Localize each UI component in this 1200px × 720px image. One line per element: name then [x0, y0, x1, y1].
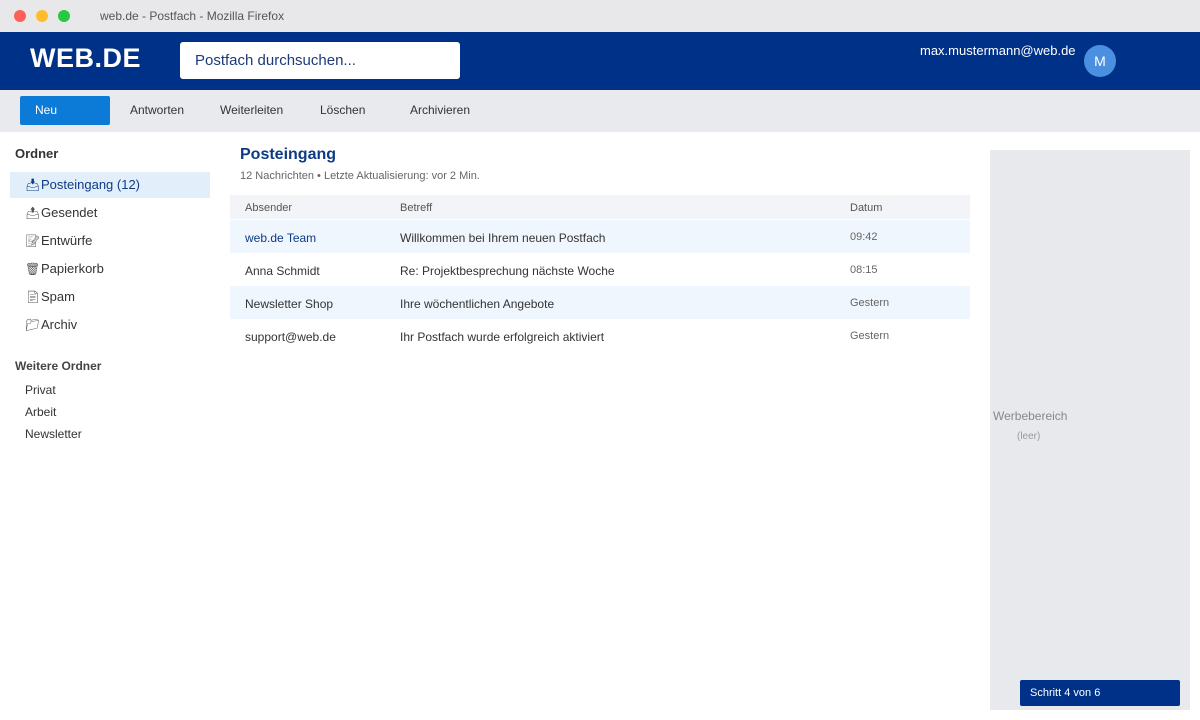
row-date: Gestern: [850, 297, 890, 309]
webde-logo[interactable]: WEB.DE: [30, 43, 141, 74]
close-window-button[interactable]: [14, 10, 26, 22]
row-subject: Ihre wöchentlichen Angebote: [400, 297, 555, 311]
table-row[interactable]: support@web.de Ihr Postfach wurde erfolg…: [230, 319, 970, 352]
row-sender: Newsletter Shop: [245, 297, 334, 311]
archive-icon: 📁︎: [25, 318, 41, 332]
window-title: web.de - Postfach - Mozilla Firefox: [100, 9, 285, 23]
reply-button[interactable]: Antworten: [130, 96, 184, 125]
sidebar-item-privat[interactable]: Privat: [25, 383, 56, 397]
row-subject: Re: Projektbesprechung nächste Woche: [400, 264, 615, 278]
window-titlebar: web.de - Postfach - Mozilla Firefox: [0, 0, 1200, 32]
spam-icon: 📄︎: [25, 290, 41, 304]
column-header-sender[interactable]: Absender: [245, 202, 292, 214]
sidebar-item-sent[interactable]: 📤︎Gesendet: [10, 200, 210, 226]
sidebar-item-spam[interactable]: 📄︎Spam: [10, 284, 210, 310]
app-header: WEB.DE Postfach durchsuchen... max.muste…: [0, 32, 1200, 90]
archive-button[interactable]: Archivieren: [410, 96, 470, 125]
sidebar-item-label: Archiv: [41, 317, 78, 332]
sidebar-item-label: Gesendet: [41, 205, 98, 220]
sidebar-item-arbeit[interactable]: Arbeit: [25, 405, 56, 419]
sidebar-item-inbox[interactable]: 📥︎Posteingang (12): [10, 172, 210, 198]
mail-list-panel: Posteingang 12 Nachrichten • Letzte Aktu…: [230, 132, 970, 720]
mail-toolbar: Neu Antworten Weiterleiten Löschen Archi…: [0, 90, 1200, 132]
inbox-status: 12 Nachrichten • Letzte Aktualisierung: …: [240, 170, 480, 182]
avatar[interactable]: M: [1084, 45, 1116, 77]
sent-icon: 📤︎: [25, 206, 41, 220]
table-row[interactable]: Newsletter Shop Ihre wöchentlichen Angeb…: [230, 286, 970, 319]
row-sender: support@web.de: [245, 330, 336, 344]
step-indicator: Schritt 4 von 6: [1020, 680, 1180, 706]
row-date: 09:42: [850, 231, 878, 243]
sidebar-item-label: Papierkorb: [41, 261, 104, 276]
column-header-date[interactable]: Datum: [850, 202, 882, 214]
sidebar-item-label: Posteingang (12): [41, 177, 141, 192]
row-subject: Ihr Postfach wurde erfolgreich aktiviert: [400, 330, 605, 344]
drafts-icon: 📝︎: [25, 234, 41, 248]
sidebar-item-archive[interactable]: 📁︎Archiv: [10, 312, 210, 338]
page-title: Posteingang: [240, 146, 337, 163]
table-row[interactable]: web.de Team Willkommen bei Ihrem neuen P…: [230, 220, 970, 253]
ad-area: Werbebereich (leer): [990, 150, 1190, 710]
search-input[interactable]: Postfach durchsuchen...: [180, 42, 460, 79]
row-sender: web.de Team: [245, 231, 317, 245]
maximize-window-button[interactable]: [58, 10, 70, 22]
row-date: 08:15: [850, 264, 878, 276]
delete-button[interactable]: Löschen: [320, 96, 365, 125]
new-mail-button[interactable]: Neu: [20, 96, 110, 125]
table-header: Absender Betreff Datum: [230, 195, 970, 219]
row-sender: Anna Schmidt: [245, 264, 320, 278]
column-header-subject[interactable]: Betreff: [400, 202, 432, 214]
sidebar-item-newsletter[interactable]: Newsletter: [25, 427, 82, 441]
forward-button[interactable]: Weiterleiten: [220, 96, 283, 125]
more-folders-heading: Weitere Ordner: [15, 359, 102, 373]
ad-sublabel: (leer): [1017, 431, 1041, 442]
inbox-icon: 📥︎: [25, 178, 41, 192]
sidebar-item-label: Spam: [41, 289, 75, 304]
row-subject: Willkommen bei Ihrem neuen Postfach: [400, 231, 606, 245]
sidebar-item-trash[interactable]: 🗑︎Papierkorb: [10, 256, 210, 282]
ad-label: Werbebereich: [993, 409, 1068, 423]
folders-heading: Ordner: [15, 146, 59, 161]
sidebar-item-drafts[interactable]: 📝︎Entwürfe: [10, 228, 210, 254]
user-email: max.mustermann@web.de: [920, 43, 1076, 58]
minimize-window-button[interactable]: [36, 10, 48, 22]
row-date: Gestern: [850, 330, 890, 342]
folder-sidebar: Ordner 📥︎Posteingang (12) 📤︎Gesendet 📝︎E…: [0, 132, 220, 720]
sidebar-item-label: Entwürfe: [41, 233, 93, 248]
table-row[interactable]: Anna Schmidt Re: Projektbesprechung näch…: [230, 253, 970, 286]
trash-icon: 🗑︎: [25, 262, 41, 276]
